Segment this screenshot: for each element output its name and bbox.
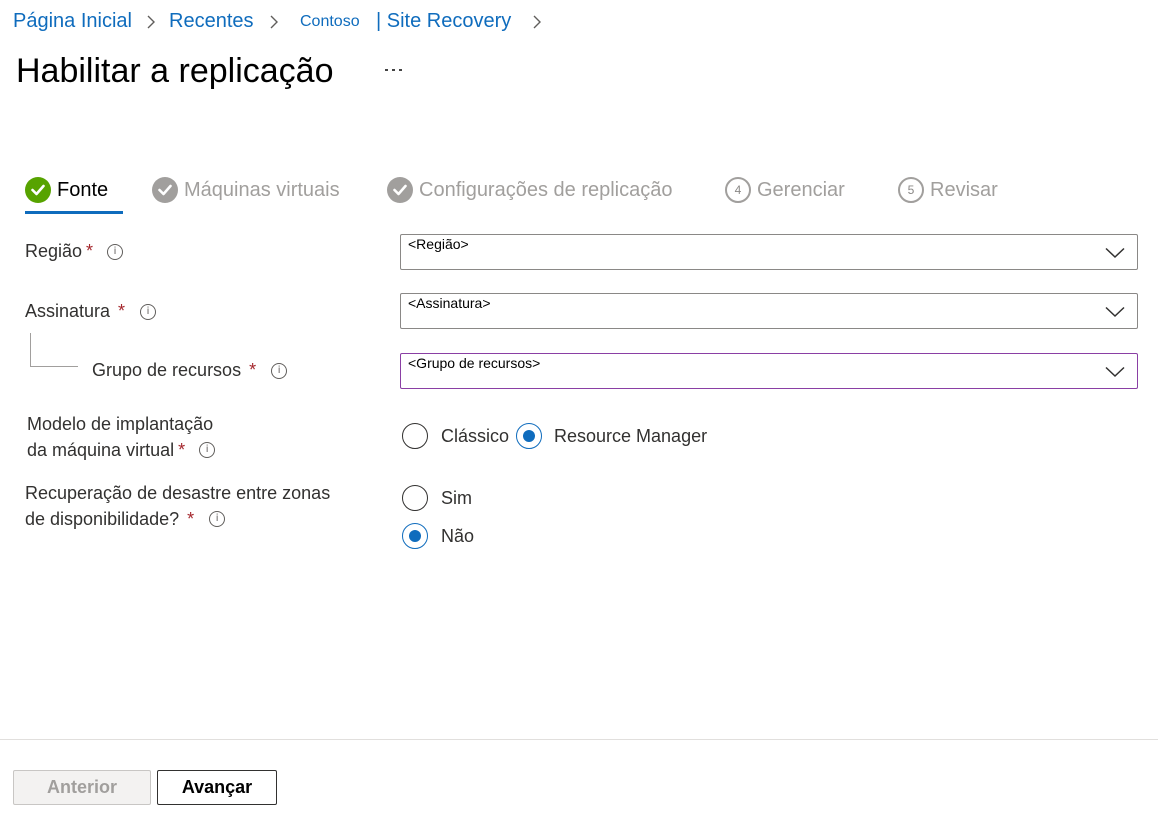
radio-label: Clássico xyxy=(441,425,510,446)
subscription-value: <Assinatura> xyxy=(408,295,491,311)
radio-classico[interactable]: Clássico xyxy=(402,423,509,449)
info-icon[interactable]: i xyxy=(271,362,288,379)
breadcrumb-home[interactable]: Página Inicial xyxy=(13,10,132,33)
tree-connector xyxy=(30,366,78,367)
footer-divider xyxy=(0,739,1158,740)
required-marker: * xyxy=(178,440,186,460)
step-gerenciar[interactable]: 4 Gerenciar xyxy=(725,175,845,205)
chevron-down-icon xyxy=(1105,366,1125,378)
resource-group-dropdown[interactable]: <Grupo de recursos> xyxy=(400,353,1138,389)
resource-group-value: <Grupo de recursos> xyxy=(408,355,541,371)
step-label: Máquinas virtuais xyxy=(184,178,340,201)
step-configuracoes-replicacao[interactable]: Configurações de replicação xyxy=(387,175,673,205)
radio-nao[interactable]: Não xyxy=(402,523,474,549)
step-label: Revisar xyxy=(930,178,998,201)
radio-label: Não xyxy=(441,525,475,546)
subscription-label-text: Assinatura xyxy=(25,301,111,321)
step-label: Fonte xyxy=(57,178,109,201)
breadcrumb-site-recovery[interactable]: | Site Recovery xyxy=(376,10,511,33)
step-number-icon: 5 xyxy=(898,177,924,203)
region-label-text: Região xyxy=(25,241,83,261)
zone-dr-label-line1: Recuperação de desastre entre zonas xyxy=(25,483,331,503)
step-label: Gerenciar xyxy=(757,178,845,201)
radio-button[interactable] xyxy=(402,485,428,511)
chevron-down-icon xyxy=(1105,306,1125,318)
next-button[interactable]: Avançar xyxy=(157,770,277,805)
required-marker: * xyxy=(118,301,126,321)
page-title: Habilitar a replicação xyxy=(16,52,334,90)
radio-button-selected[interactable] xyxy=(402,523,428,549)
deployment-model-label-line1: Modelo de implantação xyxy=(27,414,214,434)
more-dot xyxy=(385,69,388,71)
more-options-button[interactable] xyxy=(382,64,406,76)
info-icon[interactable]: i xyxy=(140,303,157,320)
chevron-right-icon xyxy=(269,14,279,30)
info-icon[interactable]: i xyxy=(199,442,216,458)
resource-group-label-text: Grupo de recursos xyxy=(92,360,242,380)
radio-resource-manager[interactable]: Resource Manager xyxy=(516,423,707,449)
step-revisar[interactable]: 5 Revisar xyxy=(898,175,998,205)
active-step-indicator xyxy=(25,211,123,214)
zone-dr-label-line2: de disponibilidade? xyxy=(25,509,180,529)
region-label: Região * i xyxy=(25,241,124,262)
step-number-icon: 4 xyxy=(725,177,751,203)
more-dot xyxy=(399,69,402,71)
region-dropdown[interactable]: <Região> xyxy=(400,234,1138,270)
check-circle-icon xyxy=(152,177,178,203)
subscription-label: Assinatura * i xyxy=(25,301,157,322)
subscription-dropdown[interactable]: <Assinatura> xyxy=(400,293,1138,329)
previous-button[interactable]: Anterior xyxy=(13,770,151,805)
chevron-down-icon xyxy=(1105,247,1125,259)
step-maquinas-virtuais[interactable]: Máquinas virtuais xyxy=(152,175,340,205)
deployment-model-label: Modelo de implantação da máquina virtual… xyxy=(27,411,216,463)
more-dot xyxy=(392,69,395,71)
check-circle-icon xyxy=(387,177,413,203)
check-circle-icon xyxy=(25,177,51,203)
info-icon[interactable]: i xyxy=(107,243,124,260)
zone-dr-label: Recuperação de desastre entre zonas de d… xyxy=(25,480,330,532)
step-label: Configurações de replicação xyxy=(419,178,673,201)
breadcrumb-contoso[interactable]: Contoso xyxy=(300,13,360,31)
required-marker: * xyxy=(187,509,195,529)
radio-sim[interactable]: Sim xyxy=(402,485,472,511)
step-fonte[interactable]: Fonte xyxy=(25,175,108,205)
info-icon[interactable]: i xyxy=(209,511,226,527)
radio-button[interactable] xyxy=(402,423,428,449)
radio-label: Sim xyxy=(441,487,472,508)
resource-group-label: Grupo de recursos * i xyxy=(92,360,288,381)
tree-connector xyxy=(30,333,31,367)
radio-label: Resource Manager xyxy=(554,425,708,446)
required-marker: * xyxy=(86,241,94,261)
required-marker: * xyxy=(249,360,257,380)
radio-button-selected[interactable] xyxy=(516,423,542,449)
chevron-right-icon xyxy=(532,14,542,30)
breadcrumb-recent[interactable]: Recentes xyxy=(169,10,254,33)
chevron-right-icon xyxy=(146,14,156,30)
region-value: <Região> xyxy=(408,236,469,252)
deployment-model-label-line2: da máquina virtual xyxy=(27,440,175,460)
